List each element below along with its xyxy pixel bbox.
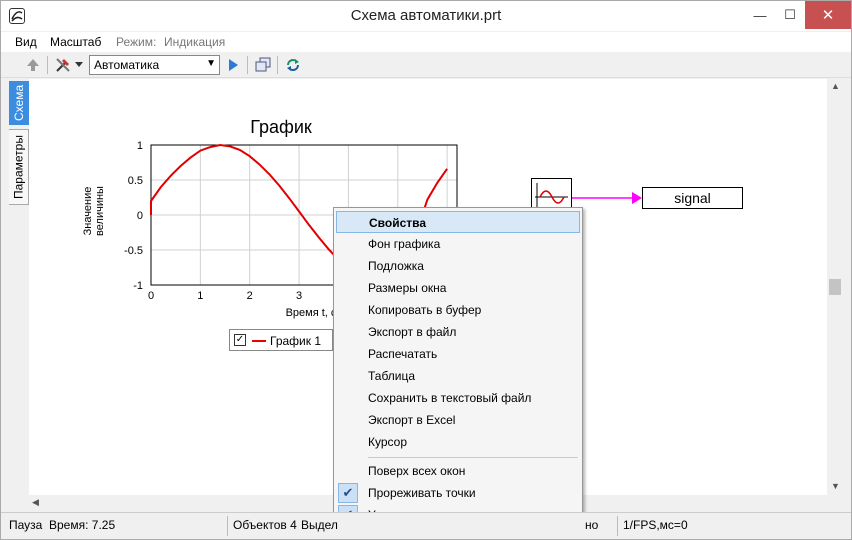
x-tick-label: 1 [197,290,203,302]
chart-y-label: Значение величины [82,186,106,236]
status-tail: но [585,518,599,532]
y-tick-label: -0.5 [124,245,143,257]
y-tick-label: 1 [137,140,143,152]
menu-item-copy-to-clipboard[interactable]: Копировать в буфер [336,299,580,321]
menu-item-thin-points-label: Прореживать точки [368,486,476,500]
menu-item-underlay[interactable]: Подложка [336,255,580,277]
legend-series-swatch [252,340,266,342]
status-fps: 1/FPS,мс=0 [623,518,688,532]
signal-link[interactable] [572,191,644,205]
menu-mode-label: Режим: [116,35,157,49]
scroll-down-icon[interactable]: ▼ [831,481,840,491]
title-bar: Схема автоматики.prt — ☐ ✕ [1,1,851,31]
windows-icon[interactable] [253,55,273,75]
legend-label: График 1 [270,334,322,348]
tab-scheme[interactable]: Схема [9,81,29,125]
scroll-left-icon[interactable]: ◀ [32,497,39,508]
y-tick-label: 0.5 [128,175,143,187]
vertical-scrollbar[interactable]: ▲ ▼ [827,79,843,495]
minimize-button[interactable]: — [745,1,775,29]
menu-item-print[interactable]: Распечатать [336,343,580,365]
x-tick-label: 0 [148,290,154,302]
side-tabs: Схема Параметры [9,81,29,211]
status-objects: Объектов 4 [233,518,297,532]
toolbar-separator [47,56,48,74]
menu-item-export-to-file[interactable]: Экспорт в файл [336,321,580,343]
vertical-scroll-thumb[interactable] [829,279,841,295]
menu-item-window-size[interactable]: Размеры окна [336,277,580,299]
up-arrow-icon[interactable] [23,55,43,75]
play-icon[interactable] [223,55,243,75]
check-icon: ✔ [338,483,358,503]
menu-item-thin-points[interactable]: ✔ Прореживать точки [336,482,580,504]
mode-combo[interactable]: Автоматика ▼ [89,55,220,75]
menu-separator [368,457,578,458]
menu-item-cursor[interactable]: Курсор [336,431,580,453]
context-menu: Свойства Фон графика Подложка Размеры ок… [333,207,583,528]
maximize-button[interactable]: ☐ [775,1,805,29]
menu-item-table[interactable]: Таблица [336,365,580,387]
status-selected: Выдел [301,518,338,532]
menu-view[interactable]: Вид [15,35,37,49]
menu-scale[interactable]: Масштаб [50,35,101,49]
scroll-up-icon[interactable]: ▲ [831,81,840,91]
tab-params[interactable]: Параметры [9,129,29,205]
x-tick-label: 2 [247,290,253,302]
toolbar-separator [277,56,278,74]
x-tick-label: 3 [296,290,302,302]
menu-mode-value[interactable]: Индикация [164,35,225,49]
y-tick-label: 0 [137,210,143,222]
chevron-down-icon: ▼ [206,58,216,69]
status-bar: Пауза Время: 7.25 Объектов 4 Выдел но 1/… [1,512,851,539]
window-title: Схема автоматики.prt [350,7,502,24]
status-separator [617,516,618,536]
legend-checkbox[interactable]: ✓ [234,334,246,346]
menu-item-chart-background[interactable]: Фон графика [336,233,580,255]
toolbar: Автоматика ▼ [1,52,851,78]
tools-dropdown-icon[interactable] [73,55,85,75]
tools-icon[interactable] [53,55,73,75]
sync-icon[interactable] [283,55,303,75]
menu-item-save-text-file[interactable]: Сохранить в текстовый файл [336,387,580,409]
chart-legend[interactable]: ✓ График 1 [229,329,333,351]
menu-bar: Вид Масштаб Режим: Индикация [1,32,851,52]
status-time: Время: 7.25 [49,518,116,532]
toolbar-separator [247,56,248,74]
mode-combo-value: Автоматика [94,58,160,72]
menu-item-properties[interactable]: Свойства [336,211,580,233]
close-button[interactable]: ✕ [805,1,851,29]
main-window: Схема автоматики.prt — ☐ ✕ Вид Масштаб Р… [0,0,852,540]
menu-item-export-excel[interactable]: Экспорт в Excel [336,409,580,431]
menu-item-always-on-top[interactable]: Поверх всех окон [336,460,580,482]
y-tick-label: -1 [133,280,143,292]
status-separator [227,516,228,536]
status-pause: Пауза [9,518,43,532]
signal-output-block[interactable]: signal [642,187,743,209]
